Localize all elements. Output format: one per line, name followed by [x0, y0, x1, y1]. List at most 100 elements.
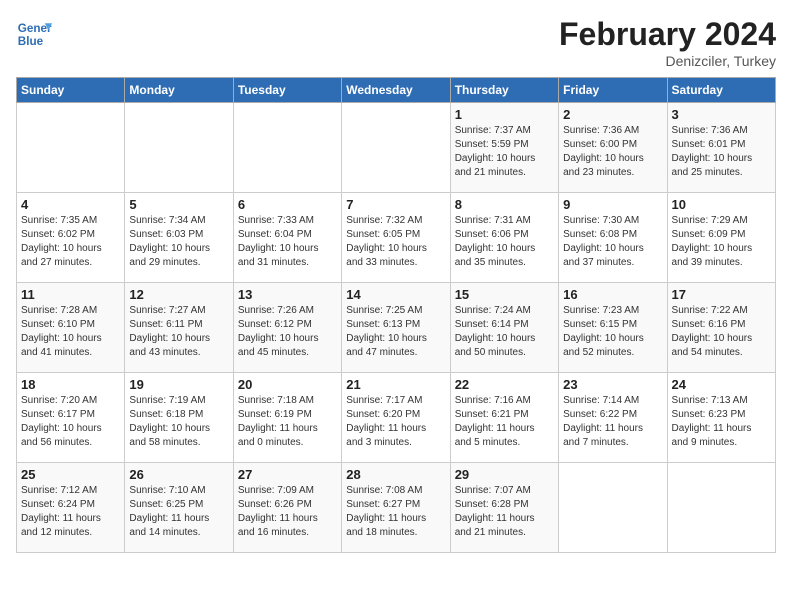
calendar-cell: 21 Sunrise: 7:17 AM Sunset: 6:20 PM Dayli… [342, 373, 450, 463]
day-info: Sunrise: 7:25 AM Sunset: 6:13 PM Dayligh… [346, 304, 445, 360]
day-info: Sunrise: 7:17 AM Sunset: 6:20 PM Dayligh… [346, 394, 445, 450]
calendar-table: SundayMondayTuesdayWednesdayThursdayFrid… [16, 77, 776, 553]
calendar-cell: 5Sunrise: 7:34 AM Sunset: 6:03 PM Daylig… [125, 193, 233, 283]
day-number: 3 [672, 107, 771, 122]
day-info: Sunrise: 7:09 AM Sunset: 6:26 PM Dayligh… [238, 484, 337, 540]
day-number: 20 [238, 377, 337, 392]
calendar-cell: 13 Sunrise: 7:26 AM Sunset: 6:12 PM Dayli… [233, 283, 341, 373]
day-number: 24 [672, 377, 771, 392]
day-number: 12 [129, 287, 228, 302]
calendar-cell: 1 Sunrise: 7:37 AM Sunset: 5:59 PM Daylig… [450, 103, 558, 193]
day-number: 7 [346, 197, 445, 212]
calendar-cell: 20 Sunrise: 7:18 AM Sunset: 6:19 PM Dayli… [233, 373, 341, 463]
day-number: 4 [21, 197, 120, 212]
day-number: 10 [672, 197, 771, 212]
day-number: 2 [563, 107, 662, 122]
logo: General Blue [16, 16, 52, 52]
calendar-cell: 14Sunrise: 7:25 AM Sunset: 6:13 PM Dayli… [342, 283, 450, 373]
day-number: 11 [21, 287, 120, 302]
day-number: 6 [238, 197, 337, 212]
page-header: General Blue February 2024 Denizciler, T… [16, 16, 776, 69]
calendar-cell: 7Sunrise: 7:32 AM Sunset: 6:05 PM Daylig… [342, 193, 450, 283]
day-info: Sunrise: 7:33 AM Sunset: 6:04 PM Dayligh… [238, 214, 337, 270]
day-number: 15 [455, 287, 554, 302]
calendar-cell: 22Sunrise: 7:16 AM Sunset: 6:21 PM Dayli… [450, 373, 558, 463]
day-info: Sunrise: 7:29 AM Sunset: 6:09 PM Dayligh… [672, 214, 771, 270]
calendar-cell: 26 Sunrise: 7:10 AM Sunset: 6:25 PM Dayli… [125, 463, 233, 553]
calendar-cell: 16 Sunrise: 7:23 AM Sunset: 6:15 PM Dayli… [559, 283, 667, 373]
day-info: Sunrise: 7:18 AM Sunset: 6:19 PM Dayligh… [238, 394, 337, 450]
calendar-cell: 19 Sunrise: 7:19 AM Sunset: 6:18 PM Dayli… [125, 373, 233, 463]
calendar-cell: 18 Sunrise: 7:20 AM Sunset: 6:17 PM Dayli… [17, 373, 125, 463]
weekday-header-tuesday: Tuesday [233, 78, 341, 103]
day-info: Sunrise: 7:22 AM Sunset: 6:16 PM Dayligh… [672, 304, 771, 360]
day-number: 13 [238, 287, 337, 302]
day-info: Sunrise: 7:31 AM Sunset: 6:06 PM Dayligh… [455, 214, 554, 270]
day-info: Sunrise: 7:20 AM Sunset: 6:17 PM Dayligh… [21, 394, 120, 450]
calendar-cell [667, 463, 775, 553]
calendar-cell: 2Sunrise: 7:36 AM Sunset: 6:00 PM Daylig… [559, 103, 667, 193]
svg-text:Blue: Blue [18, 35, 44, 48]
calendar-cell: 3 Sunrise: 7:36 AM Sunset: 6:01 PM Daylig… [667, 103, 775, 193]
calendar-cell: 6 Sunrise: 7:33 AM Sunset: 6:04 PM Daylig… [233, 193, 341, 283]
day-info: Sunrise: 7:26 AM Sunset: 6:12 PM Dayligh… [238, 304, 337, 360]
month-title: February 2024 [559, 16, 776, 53]
weekday-header-saturday: Saturday [667, 78, 775, 103]
calendar-cell: 8 Sunrise: 7:31 AM Sunset: 6:06 PM Daylig… [450, 193, 558, 283]
day-info: Sunrise: 7:19 AM Sunset: 6:18 PM Dayligh… [129, 394, 228, 450]
day-number: 25 [21, 467, 120, 482]
day-number: 9 [563, 197, 662, 212]
calendar-cell [342, 103, 450, 193]
day-info: Sunrise: 7:10 AM Sunset: 6:25 PM Dayligh… [129, 484, 228, 540]
day-info: Sunrise: 7:27 AM Sunset: 6:11 PM Dayligh… [129, 304, 228, 360]
calendar-cell: 25 Sunrise: 7:12 AM Sunset: 6:24 PM Dayli… [17, 463, 125, 553]
day-info: Sunrise: 7:36 AM Sunset: 6:01 PM Dayligh… [672, 124, 771, 180]
day-info: Sunrise: 7:24 AM Sunset: 6:14 PM Dayligh… [455, 304, 554, 360]
day-info: Sunrise: 7:30 AM Sunset: 6:08 PM Dayligh… [563, 214, 662, 270]
calendar-cell: 12 Sunrise: 7:27 AM Sunset: 6:11 PM Dayli… [125, 283, 233, 373]
weekday-header-thursday: Thursday [450, 78, 558, 103]
day-info: Sunrise: 7:35 AM Sunset: 6:02 PM Dayligh… [21, 214, 120, 270]
day-number: 8 [455, 197, 554, 212]
calendar-cell: 10 Sunrise: 7:29 AM Sunset: 6:09 PM Dayli… [667, 193, 775, 283]
day-number: 21 [346, 377, 445, 392]
day-number: 1 [455, 107, 554, 122]
calendar-cell: 17 Sunrise: 7:22 AM Sunset: 6:16 PM Dayli… [667, 283, 775, 373]
day-number: 23 [563, 377, 662, 392]
title-block: February 2024 Denizciler, Turkey [559, 16, 776, 69]
day-number: 16 [563, 287, 662, 302]
day-number: 19 [129, 377, 228, 392]
calendar-cell [17, 103, 125, 193]
day-info: Sunrise: 7:34 AM Sunset: 6:03 PM Dayligh… [129, 214, 228, 270]
day-info: Sunrise: 7:28 AM Sunset: 6:10 PM Dayligh… [21, 304, 120, 360]
calendar-cell [125, 103, 233, 193]
weekday-header-monday: Monday [125, 78, 233, 103]
calendar-cell: 9 Sunrise: 7:30 AM Sunset: 6:08 PM Daylig… [559, 193, 667, 283]
calendar-cell: 24 Sunrise: 7:13 AM Sunset: 6:23 PM Dayli… [667, 373, 775, 463]
calendar-cell: 27 Sunrise: 7:09 AM Sunset: 6:26 PM Dayli… [233, 463, 341, 553]
day-info: Sunrise: 7:08 AM Sunset: 6:27 PM Dayligh… [346, 484, 445, 540]
day-number: 29 [455, 467, 554, 482]
calendar-cell: 29 Sunrise: 7:07 AM Sunset: 6:28 PM Dayli… [450, 463, 558, 553]
day-info: Sunrise: 7:07 AM Sunset: 6:28 PM Dayligh… [455, 484, 554, 540]
calendar-cell: 11 Sunrise: 7:28 AM Sunset: 6:10 PM Dayli… [17, 283, 125, 373]
day-info: Sunrise: 7:37 AM Sunset: 5:59 PM Dayligh… [455, 124, 554, 180]
weekday-header-wednesday: Wednesday [342, 78, 450, 103]
day-number: 26 [129, 467, 228, 482]
day-number: 27 [238, 467, 337, 482]
day-info: Sunrise: 7:13 AM Sunset: 6:23 PM Dayligh… [672, 394, 771, 450]
day-info: Sunrise: 7:12 AM Sunset: 6:24 PM Dayligh… [21, 484, 120, 540]
weekday-header-sunday: Sunday [17, 78, 125, 103]
logo-icon: General Blue [16, 16, 52, 52]
calendar-cell: 4 Sunrise: 7:35 AM Sunset: 6:02 PM Daylig… [17, 193, 125, 283]
day-info: Sunrise: 7:23 AM Sunset: 6:15 PM Dayligh… [563, 304, 662, 360]
weekday-header-friday: Friday [559, 78, 667, 103]
calendar-cell [559, 463, 667, 553]
day-number: 22 [455, 377, 554, 392]
calendar-cell: 23Sunrise: 7:14 AM Sunset: 6:22 PM Dayli… [559, 373, 667, 463]
calendar-cell: 28 Sunrise: 7:08 AM Sunset: 6:27 PM Dayli… [342, 463, 450, 553]
day-number: 17 [672, 287, 771, 302]
day-number: 28 [346, 467, 445, 482]
location-subtitle: Denizciler, Turkey [559, 53, 776, 69]
day-number: 18 [21, 377, 120, 392]
